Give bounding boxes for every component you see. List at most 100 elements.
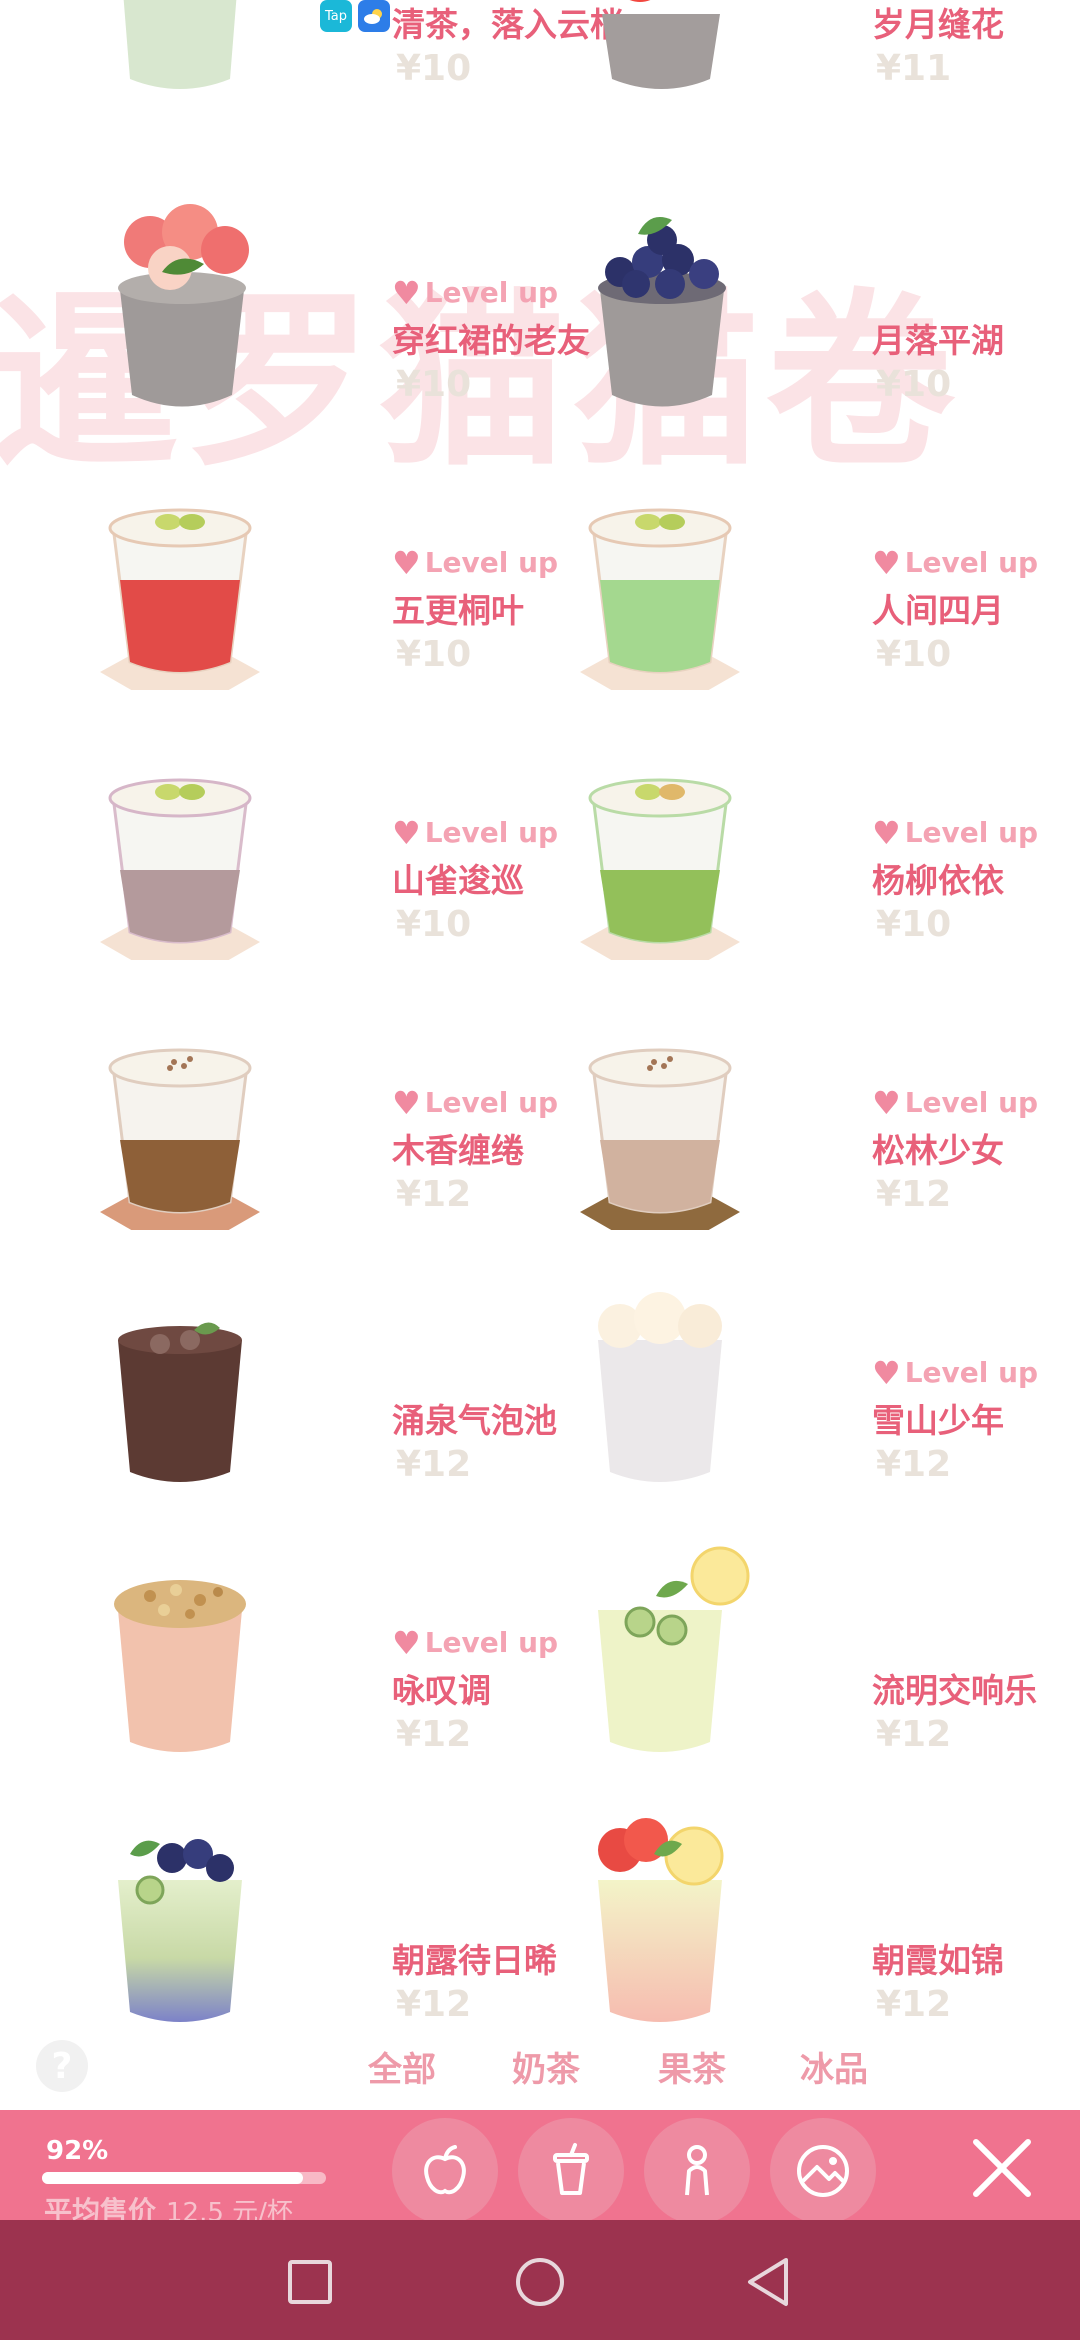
level-up-badge: ♥ Level up [392, 1083, 559, 1122]
level-up-badge: ♥ Level up [872, 813, 1039, 852]
drink-price: ¥12 [876, 1714, 952, 1755]
green-fruit-tea-cup-image [580, 508, 740, 690]
drink-name: 木香缠绻 [392, 1131, 524, 1170]
drink-item[interactable]: ♥ Level up 穿红裙的老友 ¥10 [100, 180, 590, 420]
drink-item[interactable]: ♥ Level up 杨柳依依 ¥10 [580, 720, 1050, 960]
drink-item[interactable]: ♥ 流明交响乐 ¥12 [580, 1530, 1050, 1770]
drink-price: ¥10 [396, 364, 472, 405]
drink-item[interactable]: ♥ Level up 五更桐叶 ¥10 [100, 450, 570, 690]
level-up-badge: ♥ Level up [392, 543, 559, 582]
drink-name: 五更桐叶 [392, 591, 524, 630]
drink-price: ¥12 [396, 1174, 472, 1215]
drink-item[interactable]: ♥ Level up 人间四月 ¥10 [580, 450, 1050, 690]
apple-button[interactable] [392, 2118, 498, 2224]
status-bar-icons: Tap [320, 0, 390, 34]
drink-price: ¥11 [876, 48, 952, 89]
tap-app-icon: Tap [320, 0, 352, 32]
heart-icon: ♥ [872, 1083, 901, 1122]
drink-name: 雪山少年 [872, 1401, 1004, 1440]
drink-name: 朝露待日晞 [392, 1941, 557, 1980]
green-tea-latte-cup-image [580, 778, 740, 960]
drink-name: 山雀逡巡 [392, 861, 524, 900]
taro-tea-cup-image [100, 778, 260, 960]
red-fruit-tea-cup-image [100, 508, 260, 690]
filter-fruit-tea[interactable]: 果茶 [658, 2042, 726, 2091]
drink-item[interactable]: ♥ 朝露待日晞 ¥12 [100, 1800, 570, 2040]
heart-icon: ♥ [872, 543, 901, 582]
drink-price: ¥12 [876, 1174, 952, 1215]
drink-item[interactable]: ♥ Level up 咏叹调 ¥12 [100, 1530, 570, 1770]
lemon-cucumber-cup-image [598, 1546, 750, 1752]
level-up-badge: ♥ Level up [392, 813, 559, 852]
blueberry-gradient-cup-image [118, 1839, 242, 2022]
drink-item[interactable]: ♥ Level up 木香缠绻 ¥12 [100, 990, 570, 1230]
home-icon[interactable] [512, 2254, 568, 2310]
level-up-badge: ♥ Level up [392, 273, 559, 312]
cola-cup-image [118, 1322, 242, 1482]
drink-price: ¥10 [876, 634, 952, 675]
drink-price: ¥10 [396, 48, 472, 89]
drink-name: 岁月缝花 [872, 5, 1004, 44]
drink-name: 涌泉气泡池 [392, 1401, 557, 1440]
drink-name: 月落平湖 [872, 321, 1004, 360]
drink-price: ¥12 [876, 1984, 952, 2025]
oat-crumble-cup-image [114, 1580, 246, 1752]
drink-name: 穿红裙的老友 [392, 321, 590, 360]
drink-item[interactable]: ♥ 涌泉气泡池 ¥12 [100, 1260, 570, 1500]
drink-name: 咏叹调 [392, 1671, 491, 1710]
drink-item[interactable]: ♥ Level up 山雀逡巡 ¥10 [100, 720, 570, 960]
person-icon [685, 2145, 709, 2196]
person-button[interactable] [644, 2118, 750, 2224]
strawberry-cup-image [602, 0, 720, 89]
bottom-toolbar: 92% 平均售价 12.5 元/杯 [0, 2110, 1080, 2228]
heart-icon: ♥ [872, 813, 901, 852]
heart-icon: ♥ [392, 1083, 421, 1122]
heart-icon: ♥ [392, 543, 421, 582]
strawberry-lemon-cup-image [598, 1818, 724, 2022]
level-up-badge: ♥ Level up [872, 543, 1039, 582]
heart-icon: ♥ [392, 273, 421, 312]
level-up-badge: ♥ Level up [872, 1353, 1039, 1392]
drink-item[interactable]: ♥ Level up 松林少女 ¥12 [580, 990, 1050, 1230]
pine-latte-cup-image [580, 1048, 740, 1230]
drink-price: ¥12 [396, 1444, 472, 1485]
filter-all[interactable]: 全部 [368, 2042, 436, 2091]
drink-item[interactable]: ♥ 朝霞如锦 ¥12 [580, 1800, 1050, 2040]
drink-name: 杨柳依依 [872, 861, 1004, 900]
peach-cup-image [118, 204, 249, 407]
photo-button[interactable] [770, 2118, 876, 2224]
drink-price: ¥10 [396, 634, 472, 675]
progress-bar [42, 2172, 326, 2184]
drink-price: ¥10 [876, 364, 952, 405]
close-icon [973, 2139, 1031, 2197]
drink-grid: ♥ 清茶，落入云梢 ¥10 ♥ 岁月缝花 ¥11 ♥Level up 穿红裙的老… [0, 0, 1080, 2060]
filter-ice[interactable]: 冰品 [800, 2042, 868, 2091]
close-button[interactable] [962, 2128, 1042, 2208]
drink-price: ¥12 [876, 1444, 952, 1485]
drink-price: ¥12 [396, 1984, 472, 2025]
progress-bar-fill [42, 2172, 304, 2184]
cup-button[interactable] [518, 2118, 624, 2224]
drink-name: 朝霞如锦 [872, 1941, 1004, 1980]
filter-milk-tea[interactable]: 奶茶 [512, 2042, 580, 2091]
drink-name: 流明交响乐 [872, 1671, 1037, 1710]
apple-icon [424, 2145, 466, 2195]
heart-icon: ♥ [392, 1623, 421, 1662]
drink-name: 人间四月 [872, 591, 1004, 630]
back-icon[interactable] [740, 2254, 796, 2310]
category-filter-bar: 全部 奶茶 果茶 冰品 [0, 2042, 1080, 2092]
blueberry-cup-image [598, 217, 726, 407]
caramel-latte-cup-image [100, 1048, 260, 1230]
drink-item[interactable]: ♥ Level up 雪山少年 ¥12 [580, 1260, 1050, 1500]
progress-percent: 92% [46, 2136, 109, 2166]
heart-icon: ♥ [872, 1353, 901, 1392]
level-up-badge: ♥ Level up [392, 1623, 559, 1662]
drink-item[interactable]: ♥ 月落平湖 ¥10 [580, 180, 1050, 420]
drink-price: ¥12 [396, 1714, 472, 1755]
cup-icon [553, 2143, 589, 2195]
drink-price: ¥10 [396, 904, 472, 945]
drink-item[interactable]: ♥ 岁月缝花 ¥11 [580, 0, 1050, 104]
recent-apps-icon[interactable] [282, 2254, 338, 2310]
weather-icon [358, 0, 390, 32]
drink-name: 松林少女 [872, 1131, 1004, 1170]
